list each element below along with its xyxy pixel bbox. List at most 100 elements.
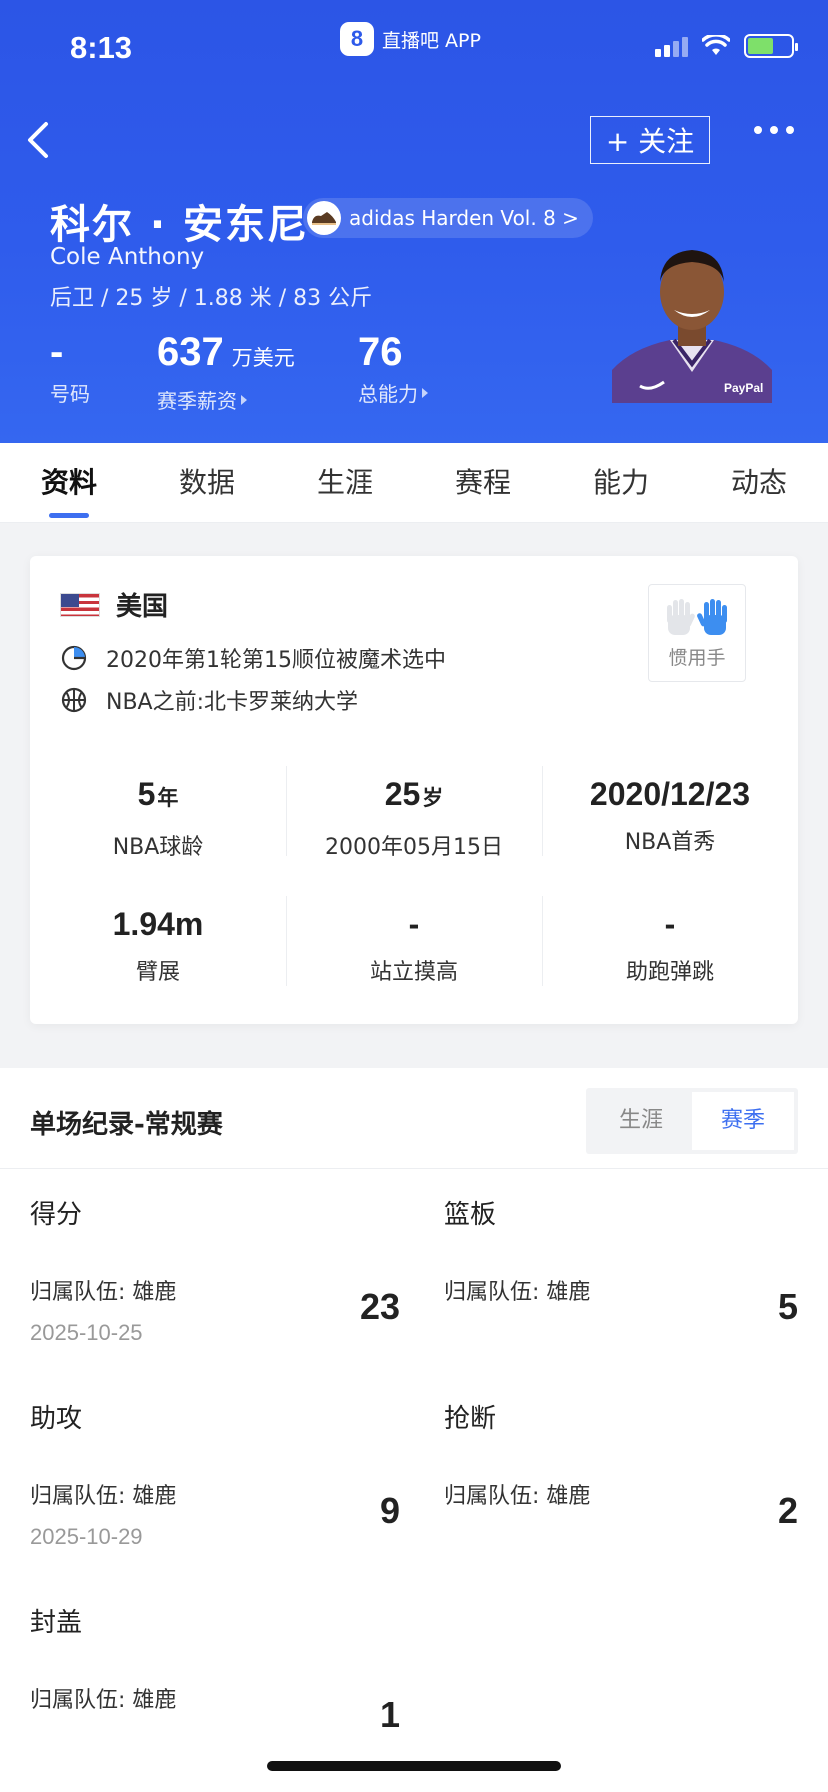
record-label: 助攻 [30, 1404, 83, 1434]
record-team: 归属队伍: 雄鹿 [30, 1688, 177, 1713]
experience-unit: 年 [157, 787, 179, 810]
grid-cell-age: 25岁 2000年05月15日 [286, 766, 542, 896]
record-item: 篮板 归属队伍: 雄鹿 5 [444, 1194, 798, 1394]
signal-icon [655, 35, 688, 57]
profile-card: 美国 2020年第1轮第15顺位被魔术选中 NBA之前:北卡罗莱纳大学 惯用手 … [30, 556, 798, 1024]
tab-ability[interactable]: 能力 [552, 443, 690, 522]
record-value: 1 [379, 1694, 400, 1735]
record-team: 归属队伍: 雄鹿 [30, 1280, 177, 1305]
hand-label: 惯用手 [668, 646, 726, 669]
debut-value: 2020/12/23 [589, 776, 751, 812]
status-indicators [655, 34, 798, 58]
chevron-right-icon [241, 394, 247, 405]
grid-cell-experience: 5年 NBA球龄 [30, 766, 286, 896]
draft-icon [61, 645, 87, 671]
record-item: 得分 归属队伍: 雄鹿 2025-10-25 23 [30, 1194, 400, 1394]
record-value: 23 [359, 1286, 400, 1327]
country-name: 美国 [116, 592, 169, 622]
vertical-value: - [664, 906, 676, 942]
toggle-career[interactable]: 生涯 [590, 1092, 692, 1150]
basketball-icon [61, 687, 87, 713]
debut-label: NBA首秀 [624, 830, 716, 855]
stat-salary-label: 赛季薪资 [157, 389, 237, 413]
player-profile-page: 8:13 8 直播吧 APP + 关注 科尔 · 安东尼 adidas Hard… [0, 0, 828, 1792]
stat-salary[interactable]: 637 万美元 赛季薪资 [157, 328, 295, 414]
tab-schedule[interactable]: 赛程 [414, 443, 552, 522]
divider [0, 1168, 828, 1169]
app-badge-text: 直播吧 APP [382, 29, 481, 52]
reach-value: - [408, 906, 420, 942]
record-label: 封盖 [30, 1608, 83, 1638]
shoe-tag[interactable]: adidas Harden Vol. 8 > [303, 198, 593, 238]
tab-career[interactable]: 生涯 [276, 443, 414, 522]
grid-cell-vertical: - 助跑弹跳 [542, 896, 798, 1026]
profile-tabs: 资料 数据 生涯 赛程 能力 动态 [0, 443, 828, 523]
wifi-icon [702, 35, 730, 55]
battery-icon [744, 34, 798, 58]
grid-cell-debut: 2020/12/23 NBA首秀 [542, 766, 798, 896]
hand-icon [667, 598, 727, 635]
tab-news[interactable]: 动态 [690, 443, 828, 522]
college-text: NBA之前:北卡罗莱纳大学 [106, 690, 359, 715]
shoe-icon [307, 201, 341, 235]
flag-icon [60, 592, 100, 617]
experience-value: 5 [137, 776, 156, 812]
stat-rating-label: 总能力 [358, 382, 418, 406]
experience-label: NBA球龄 [112, 835, 204, 860]
record-item: 抢断 归属队伍: 雄鹿 2 [444, 1398, 798, 1598]
more-icon[interactable] [754, 126, 794, 134]
app-badge: 8 直播吧 APP [340, 22, 481, 56]
dominant-hand: 惯用手 [648, 584, 746, 682]
record-team: 归属队伍: 雄鹿 [30, 1484, 177, 1509]
tab-data[interactable]: 数据 [138, 443, 276, 522]
toggle-season[interactable]: 赛季 [692, 1092, 794, 1150]
wingspan-value: 1.94m [112, 906, 204, 942]
physical-grid: 5年 NBA球龄 25岁 2000年05月15日 2020/12/23 NBA首… [30, 766, 798, 1026]
age-value: 25 [384, 776, 421, 812]
home-indicator[interactable] [267, 1761, 561, 1771]
app-logo-icon: 8 [340, 22, 374, 56]
status-time: 8:13 [70, 30, 133, 65]
stat-salary-value: 637 [157, 330, 224, 374]
player-header: 8:13 8 直播吧 APP + 关注 科尔 · 安东尼 adidas Hard… [0, 0, 828, 443]
birthdate-label: 2000年05月15日 [325, 835, 503, 860]
record-team: 归属队伍: 雄鹿 [444, 1280, 591, 1305]
record-label: 抢断 [444, 1404, 497, 1434]
record-value: 5 [777, 1286, 798, 1327]
age-unit: 岁 [422, 787, 444, 810]
grid-cell-reach: - 站立摸高 [286, 896, 542, 1026]
record-value: 9 [379, 1490, 400, 1531]
stat-number-value: - [50, 330, 64, 374]
back-icon[interactable] [20, 118, 56, 162]
records-title: 单场纪录-常规赛 [30, 1110, 223, 1140]
draft-row: 2020年第1轮第15顺位被魔术选中 [60, 642, 446, 674]
record-label: 篮板 [444, 1200, 497, 1230]
record-date: 2025-10-25 [30, 1320, 143, 1345]
stat-rating[interactable]: 76 总能力 [358, 328, 428, 407]
record-date: 2025-10-29 [30, 1524, 143, 1549]
reach-label: 站立摸高 [369, 960, 458, 985]
jersey-sponsor: PayPal [724, 381, 763, 395]
stat-number: - 号码 [50, 328, 90, 407]
follow-button[interactable]: + 关注 [590, 116, 710, 164]
grid-cell-wingspan: 1.94m 臂展 [30, 896, 286, 1026]
tab-profile[interactable]: 资料 [0, 443, 138, 522]
record-label: 得分 [30, 1200, 83, 1230]
country-row: 美国 [60, 586, 168, 623]
draft-text: 2020年第1轮第15顺位被魔术选中 [106, 648, 446, 673]
player-name-cn: 科尔 · 安东尼 [50, 202, 310, 248]
record-value: 2 [777, 1490, 798, 1531]
player-bio: 后卫 / 25 岁 / 1.88 米 / 83 公斤 [50, 286, 373, 311]
record-item: 助攻 归属队伍: 雄鹿 2025-10-29 9 [30, 1398, 400, 1598]
vertical-label: 助跑弹跳 [625, 960, 714, 985]
stat-salary-unit: 万美元 [231, 347, 295, 370]
single-game-records: 单场纪录-常规赛 生涯 赛季 得分 归属队伍: 雄鹿 2025-10-25 23… [0, 1068, 828, 1792]
stat-number-label: 号码 [50, 382, 90, 406]
chevron-right-icon [422, 387, 428, 398]
wingspan-label: 臂展 [135, 960, 180, 985]
stat-rating-value: 76 [358, 330, 403, 374]
player-name-en: Cole Anthony [50, 244, 205, 270]
college-row: NBA之前:北卡罗莱纳大学 [60, 684, 358, 716]
records-toggle: 生涯 赛季 [586, 1088, 798, 1154]
record-team: 归属队伍: 雄鹿 [444, 1484, 591, 1509]
